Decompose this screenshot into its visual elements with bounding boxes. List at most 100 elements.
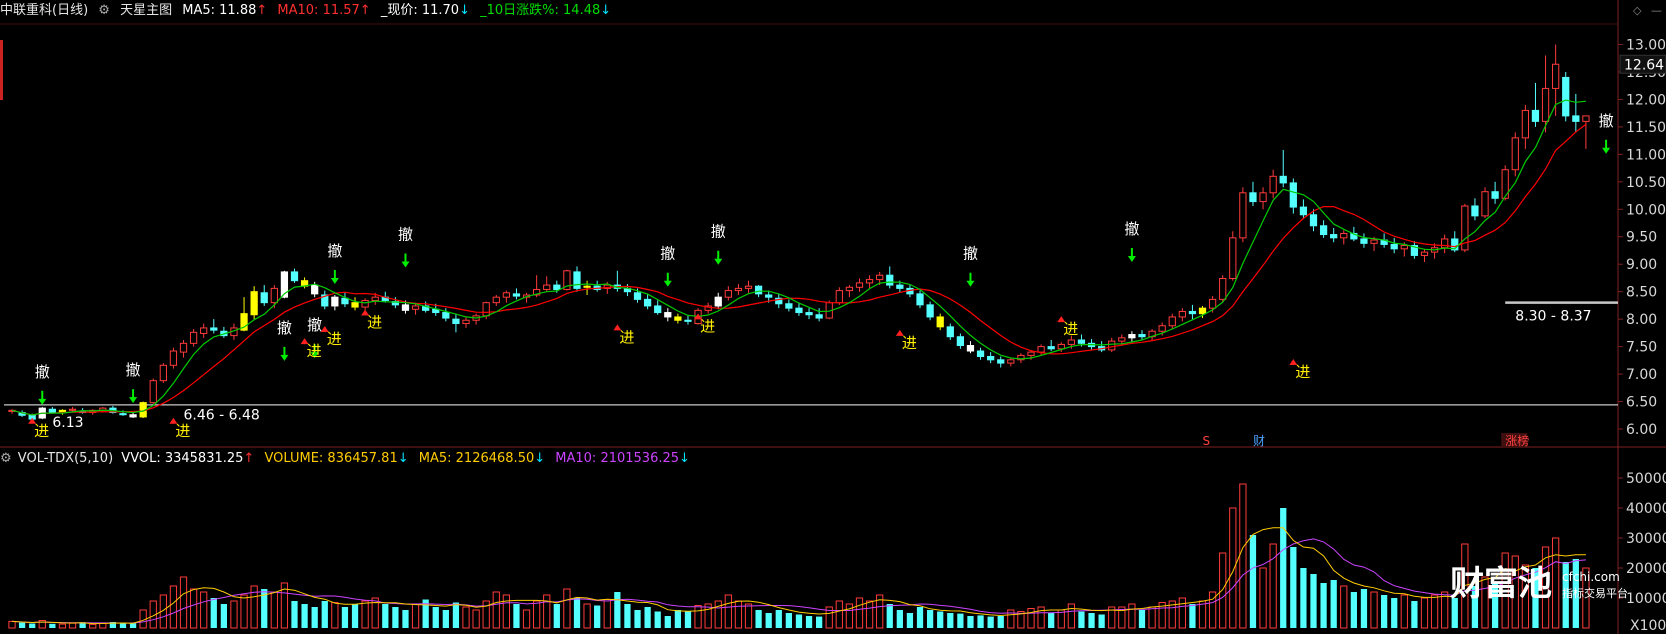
candle-body [795, 307, 803, 314]
volume-tick-label: 30000 [1626, 531, 1666, 547]
volume-bar [906, 613, 914, 628]
volume-bar [896, 610, 903, 628]
buy-signal-label: 进 [175, 422, 190, 440]
candle-body [1441, 238, 1449, 249]
candle-body [1219, 277, 1227, 300]
volume-bar [1249, 535, 1257, 628]
watermark-domain: cfchi.com [1562, 570, 1620, 584]
volume-bar [179, 576, 188, 629]
candle-body [835, 290, 843, 304]
volume-bar [594, 605, 601, 628]
candle-body [149, 380, 157, 404]
volume-bar [553, 604, 560, 628]
volume-bar [1441, 591, 1449, 629]
buy-signal-label: 进 [34, 422, 49, 440]
candle-body [48, 408, 56, 414]
candle-body [1400, 245, 1408, 250]
candle-body [290, 271, 299, 282]
volume-bar [89, 623, 97, 629]
candle-body [1178, 310, 1186, 318]
volume-bar [614, 592, 621, 628]
volume-bar [916, 607, 924, 628]
candle-body [664, 312, 672, 318]
candle-body [361, 299, 369, 308]
candle-body [68, 408, 77, 411]
candle-body [936, 316, 944, 328]
candle-body [1330, 234, 1338, 239]
volume-bar [997, 616, 1004, 628]
candle-body [452, 318, 460, 325]
volume-bar [957, 613, 964, 628]
volume-bar [301, 604, 308, 628]
candle-body [543, 284, 551, 290]
candle-body [1047, 346, 1055, 350]
volume-bar [634, 610, 641, 628]
candle-body [734, 287, 743, 292]
range-annotation: 6.13 [52, 415, 83, 431]
candle-body [1541, 87, 1550, 122]
price-tick-label: 8.50 [1626, 285, 1657, 301]
volume-bar [1370, 591, 1378, 629]
volume-bar [664, 616, 671, 628]
candle-body [896, 284, 904, 289]
volume-bar [432, 607, 439, 628]
candle-body [805, 312, 813, 316]
volume-bar [411, 603, 420, 629]
volume-bar [1189, 604, 1196, 628]
candle-body [260, 292, 268, 304]
volume-bar [1239, 483, 1247, 629]
volume-bar [865, 600, 874, 629]
volume-bar [311, 607, 318, 628]
volume-bar [805, 616, 813, 628]
sell-signal-label: 撤 [711, 223, 726, 241]
sell-signal-label: 撤 [277, 319, 292, 337]
volume-bar [331, 602, 339, 629]
volume-bar [1067, 603, 1075, 629]
ma5-line [11, 99, 1586, 416]
candle-body [1491, 191, 1499, 199]
watermark-logo: 财富池 [1450, 564, 1552, 604]
price-tick-label: 7.50 [1626, 340, 1657, 356]
volume-bar [341, 607, 349, 628]
sell-signal-label: 撤 [398, 225, 413, 243]
volume-bar [1290, 547, 1297, 628]
volume-bar [522, 609, 531, 629]
candle-body [1360, 238, 1368, 244]
volume-bar [1098, 614, 1105, 628]
volume-unit-label: X100 [1630, 618, 1666, 634]
candle-body [1521, 109, 1530, 139]
candle-body [724, 290, 732, 298]
candle-body [159, 364, 167, 382]
candle-body [462, 319, 470, 325]
candle-body [976, 350, 985, 358]
candle-body [815, 314, 823, 319]
candle-body [845, 286, 854, 292]
volume-bar [502, 594, 510, 629]
candle-body [573, 271, 581, 289]
price-tick-label: 11.00 [1626, 147, 1666, 163]
candle-body [1370, 239, 1378, 244]
candle-body [674, 316, 682, 321]
candle-body [341, 297, 349, 305]
candle-body [311, 284, 319, 295]
candle-body [1279, 175, 1287, 184]
candle-body [1511, 137, 1519, 171]
price-tick-label: 9.00 [1626, 257, 1657, 273]
candle-body [129, 414, 137, 418]
candle-body [1552, 63, 1560, 89]
volume-bar [684, 611, 692, 628]
volume-bar [644, 607, 651, 628]
candle-body [1108, 340, 1116, 351]
price-tick-label: 7.00 [1626, 367, 1657, 383]
candle-body [1158, 325, 1166, 332]
volume-bar [472, 609, 480, 629]
candle-body [1168, 316, 1176, 327]
candle-body [1481, 191, 1489, 217]
buy-signal-label: 进 [619, 328, 634, 346]
volume-bar [49, 623, 56, 628]
volume-bar [452, 602, 460, 628]
volume-bar [1400, 594, 1408, 629]
volume-bar [1300, 568, 1307, 628]
candle-body [189, 331, 198, 344]
candle-body [1562, 76, 1570, 117]
